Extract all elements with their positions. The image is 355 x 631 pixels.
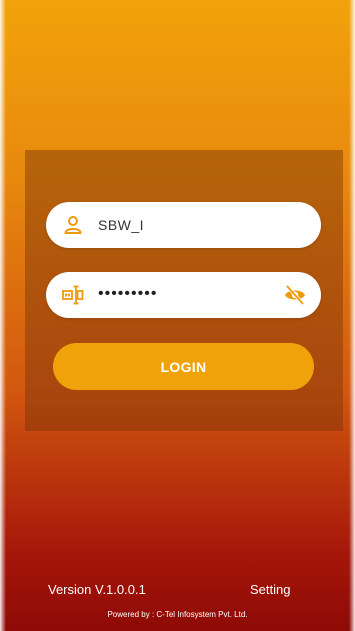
powered-by-text: Powered by : C-Tel Infosystem Pvt. Ltd. — [107, 610, 248, 619]
login-button[interactable]: LOGIN — [53, 343, 314, 390]
password-icon — [62, 284, 84, 306]
password-value[interactable]: ••••••••• — [98, 285, 157, 303]
password-field[interactable]: ••••••••• — [46, 272, 321, 318]
username-value[interactable]: SBW_I — [98, 217, 144, 233]
eye-off-icon[interactable] — [283, 284, 307, 306]
user-icon — [62, 214, 84, 236]
version-label: Version V.1.0.0.1 — [48, 582, 146, 597]
right-frame-edge — [349, 0, 355, 631]
login-panel: SBW_I ••••••••• LOGIN — [25, 150, 343, 431]
left-frame-edge — [0, 0, 6, 631]
username-field[interactable]: SBW_I — [46, 202, 321, 248]
setting-link[interactable]: Setting — [250, 582, 290, 597]
